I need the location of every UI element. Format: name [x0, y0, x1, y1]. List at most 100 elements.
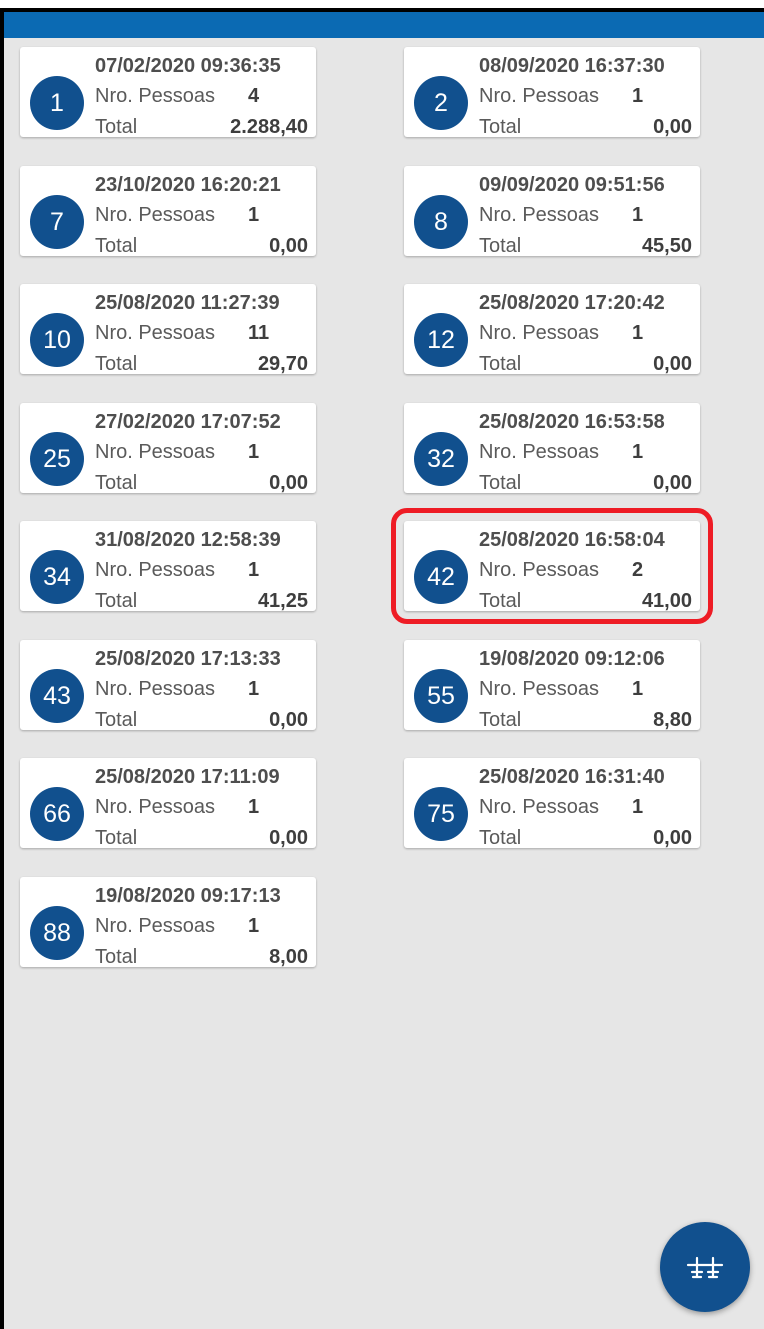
- total-label: Total: [95, 709, 138, 731]
- table-card-42[interactable]: 42 25/08/2020 16:58:04 Nro. Pessoas 2 Total 4…: [391, 508, 713, 624]
- people-label: Nro. Pessoas: [479, 796, 600, 818]
- total-value: 8,00: [269, 946, 308, 968]
- total-label: Total: [95, 827, 138, 849]
- opened-datetime: 23/10/2020 16:20:21: [95, 174, 281, 196]
- people-count: 1: [248, 796, 260, 818]
- table-number-badge: 55: [414, 669, 468, 723]
- opened-datetime: 07/02/2020 09:36:35: [95, 55, 281, 77]
- opened-datetime: 19/08/2020 09:12:06: [479, 648, 665, 670]
- table-number-badge: 7: [30, 195, 84, 249]
- table-card-7[interactable]: 7 23/10/2020 16:20:21 Nro. Pessoas 1 Total 0,…: [20, 166, 316, 257]
- people-label: Nro. Pessoas: [95, 322, 216, 344]
- table-grid: 1 07/02/2020 09:36:35 Nro. Pessoas 4 Total 2.…: [4, 12, 764, 1329]
- total-value: 0,00: [269, 709, 308, 731]
- total-value: 41,25: [257, 590, 308, 612]
- opened-datetime: 25/08/2020 17:20:42: [479, 292, 665, 314]
- table-card-34[interactable]: 34 31/08/2020 12:58:39 Nro. Pessoas 1 Total 4…: [20, 521, 316, 612]
- total-value: 45,50: [641, 235, 692, 257]
- total-label: Total: [479, 116, 522, 138]
- opened-datetime: 25/08/2020 16:53:58: [479, 411, 665, 433]
- table-card-2[interactable]: 2 08/09/2020 16:37:30 Nro. Pessoas 1 Total 0,…: [404, 47, 700, 138]
- table-card-10[interactable]: 10 25/08/2020 11:27:39 Nro. Pessoas 11 Total…: [20, 284, 316, 375]
- opened-datetime: 27/02/2020 17:07:52: [95, 411, 281, 433]
- total-value: 0,00: [653, 116, 692, 138]
- people-count: 4: [248, 85, 260, 107]
- opened-datetime: 19/08/2020 09:17:13: [95, 885, 281, 907]
- total-label: Total: [479, 827, 522, 849]
- people-count: 1: [632, 85, 644, 107]
- table-card-88[interactable]: 88 19/08/2020 09:17:13 Nro. Pessoas 1 Total 8…: [20, 877, 316, 968]
- opened-datetime: 25/08/2020 17:11:09: [95, 766, 280, 788]
- table-number-badge: 43: [30, 669, 84, 723]
- people-label: Nro. Pessoas: [95, 441, 216, 463]
- people-label: Nro. Pessoas: [479, 85, 600, 107]
- opened-datetime: 25/08/2020 16:58:04: [479, 529, 665, 551]
- total-value: 0,00: [653, 472, 692, 494]
- people-count: 1: [632, 796, 644, 818]
- total-label: Total: [479, 709, 522, 731]
- people-count: 1: [632, 678, 644, 700]
- people-count: 1: [248, 441, 260, 463]
- total-value: 8,80: [653, 709, 692, 731]
- table-card-55[interactable]: 55 19/08/2020 09:12:06 Nro. Pessoas 1 Total 8…: [404, 640, 700, 731]
- app-frame: 1 07/02/2020 09:36:35 Nro. Pessoas 4 Total 2.…: [0, 8, 764, 1329]
- table-number-badge: 10: [30, 313, 84, 367]
- table-number-badge: 88: [30, 906, 84, 960]
- people-count: 1: [248, 678, 260, 700]
- people-count: 1: [248, 559, 260, 581]
- total-label: Total: [479, 235, 522, 257]
- total-label: Total: [95, 235, 138, 257]
- people-count: 2: [632, 559, 644, 581]
- opened-datetime: 08/09/2020 16:37:30: [479, 55, 665, 77]
- table-number-badge: 8: [414, 195, 468, 249]
- table-card-12[interactable]: 12 25/08/2020 17:20:42 Nro. Pessoas 1 Total 0…: [404, 284, 700, 375]
- total-label: Total: [95, 472, 138, 494]
- total-value: 0,00: [269, 235, 308, 257]
- total-label: Total: [479, 472, 522, 494]
- people-count: 11: [248, 322, 270, 344]
- table-card-43[interactable]: 43 25/08/2020 17:13:33 Nro. Pessoas 1 Total 0…: [20, 640, 316, 731]
- people-label: Nro. Pessoas: [479, 559, 600, 581]
- table-number-badge: 32: [414, 432, 468, 486]
- table-number-badge: 42: [414, 550, 468, 604]
- tables-icon: [686, 1256, 724, 1279]
- table-number-badge: 75: [414, 787, 468, 841]
- total-value: 0,00: [269, 827, 308, 849]
- people-label: Nro. Pessoas: [479, 204, 600, 226]
- table-card-1[interactable]: 1 07/02/2020 09:36:35 Nro. Pessoas 4 Total 2.…: [20, 47, 316, 138]
- opened-datetime: 09/09/2020 09:51:56: [479, 174, 665, 196]
- total-value: 2.288,40: [230, 116, 308, 138]
- total-value: 41,00: [641, 590, 692, 612]
- people-label: Nro. Pessoas: [95, 204, 216, 226]
- table-number-badge: 25: [30, 432, 84, 486]
- total-label: Total: [95, 116, 138, 138]
- people-count: 1: [632, 322, 644, 344]
- opened-datetime: 25/08/2020 16:31:40: [479, 766, 665, 788]
- total-label: Total: [479, 590, 522, 612]
- people-label: Nro. Pessoas: [95, 915, 216, 937]
- total-label: Total: [479, 353, 522, 375]
- table-number-badge: 2: [414, 76, 468, 130]
- people-count: 1: [248, 204, 260, 226]
- table-card-75[interactable]: 75 25/08/2020 16:31:40 Nro. Pessoas 1 Total 0…: [404, 758, 700, 849]
- table-number-badge: 12: [414, 313, 468, 367]
- tables-fab-button[interactable]: [660, 1222, 750, 1312]
- people-label: Nro. Pessoas: [95, 678, 216, 700]
- table-card-32[interactable]: 32 25/08/2020 16:53:58 Nro. Pessoas 1 Total 0…: [404, 403, 700, 494]
- table-card-66[interactable]: 66 25/08/2020 17:11:09 Nro. Pessoas 1 Total 0…: [20, 758, 316, 849]
- total-label: Total: [95, 946, 138, 968]
- people-label: Nro. Pessoas: [479, 441, 600, 463]
- people-label: Nro. Pessoas: [95, 559, 216, 581]
- opened-datetime: 25/08/2020 17:13:33: [95, 648, 281, 670]
- table-card-8[interactable]: 8 09/09/2020 09:51:56 Nro. Pessoas 1 Total 45…: [404, 166, 700, 257]
- total-label: Total: [95, 590, 138, 612]
- opened-datetime: 25/08/2020 11:27:39: [95, 292, 280, 314]
- people-label: Nro. Pessoas: [95, 85, 216, 107]
- total-label: Total: [95, 353, 138, 375]
- people-label: Nro. Pessoas: [479, 322, 600, 344]
- opened-datetime: 31/08/2020 12:58:39: [95, 529, 281, 551]
- people-count: 1: [632, 204, 644, 226]
- table-number-badge: 34: [30, 550, 84, 604]
- people-count: 1: [632, 441, 644, 463]
- table-card-25[interactable]: 25 27/02/2020 17:07:52 Nro. Pessoas 1 Total 0…: [20, 403, 316, 494]
